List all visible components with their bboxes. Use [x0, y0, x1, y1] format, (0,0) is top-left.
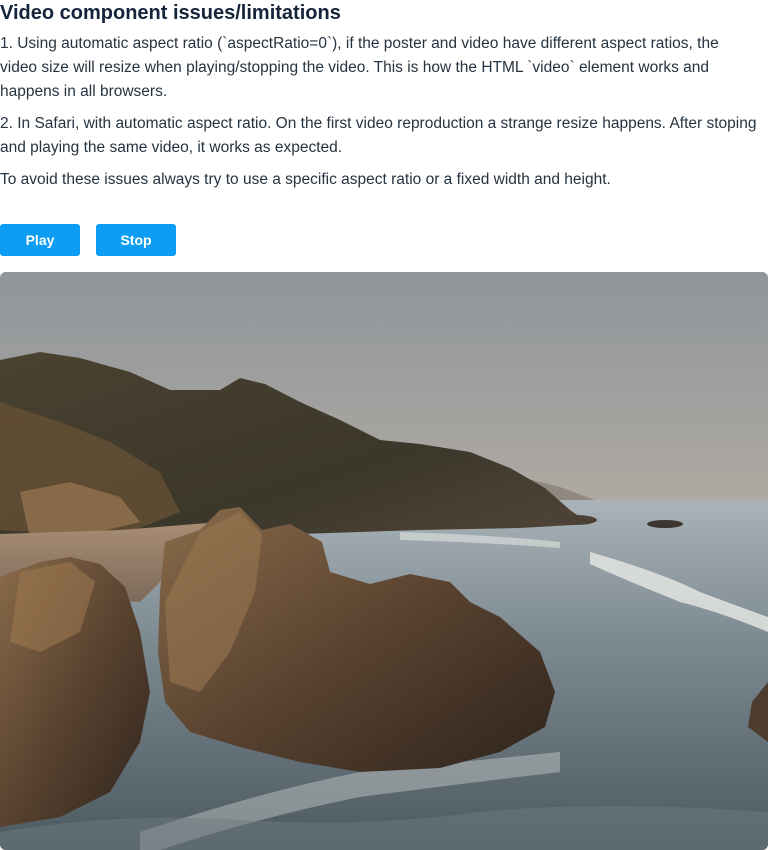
- video-poster: [0, 272, 768, 850]
- video-player[interactable]: [0, 272, 768, 850]
- play-button[interactable]: Play: [0, 224, 80, 256]
- recommendation-paragraph: To avoid these issues always try to use …: [0, 171, 611, 188]
- limitation-paragraph-safari: 2. In Safari, with automatic aspect rati…: [0, 115, 757, 156]
- limitation-paragraph-aspect-ratio: 1. Using automatic aspect ratio (`aspect…: [0, 35, 719, 100]
- page-title: Video component issues/limitations: [0, 2, 341, 24]
- stop-button[interactable]: Stop: [96, 224, 176, 256]
